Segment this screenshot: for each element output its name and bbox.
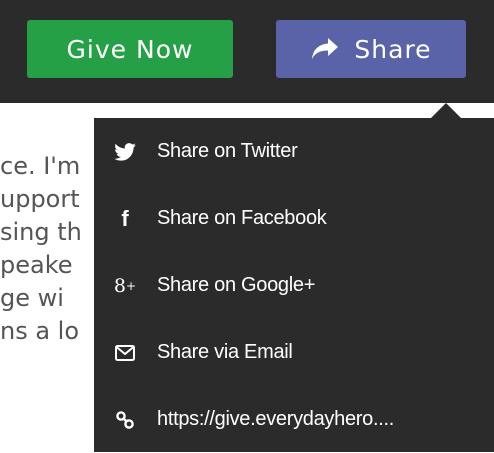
share-link-label: https://give.everydayhero.... bbox=[157, 408, 394, 430]
twitter-icon bbox=[112, 139, 138, 165]
share-google-plus-label: Share on Google+ bbox=[157, 274, 316, 296]
share-label: Share bbox=[354, 34, 432, 64]
link-icon bbox=[112, 407, 138, 433]
share-dropdown-menu: Share on Twitter f Share on Facebook 8 + … bbox=[94, 118, 494, 452]
share-twitter-item[interactable]: Share on Twitter bbox=[94, 118, 494, 185]
share-google-plus-item[interactable]: 8 + Share on Google+ bbox=[94, 252, 494, 319]
body-text-line: peake bbox=[0, 251, 73, 279]
body-text-line: ce. I'm bbox=[0, 152, 81, 180]
share-arrow-icon bbox=[310, 36, 340, 62]
facebook-icon: f bbox=[121, 205, 129, 231]
dropdown-caret bbox=[431, 103, 461, 118]
share-email-label: Share via Email bbox=[157, 341, 293, 363]
share-facebook-item[interactable]: f Share on Facebook bbox=[94, 185, 494, 252]
body-text-line: upport bbox=[0, 185, 80, 213]
page-body-text: ce. I'm upport sing th peake ge wi ns a … bbox=[0, 150, 82, 348]
share-twitter-label: Share on Twitter bbox=[157, 140, 298, 162]
body-text-line: sing th bbox=[0, 218, 82, 246]
give-now-button[interactable]: Give Now bbox=[27, 20, 233, 78]
give-now-label: Give Now bbox=[66, 34, 194, 64]
google-plus-icon: 8 + bbox=[113, 274, 137, 297]
body-text-line: ns a lo bbox=[0, 317, 80, 345]
share-email-item[interactable]: Share via Email bbox=[94, 319, 494, 386]
top-bar: Give Now Share bbox=[0, 0, 494, 103]
email-icon bbox=[112, 340, 138, 366]
share-button[interactable]: Share bbox=[276, 20, 466, 78]
body-text-line: ge wi bbox=[0, 284, 64, 312]
share-facebook-label: Share on Facebook bbox=[157, 207, 327, 229]
share-link-item[interactable]: https://give.everydayhero.... bbox=[94, 386, 494, 453]
